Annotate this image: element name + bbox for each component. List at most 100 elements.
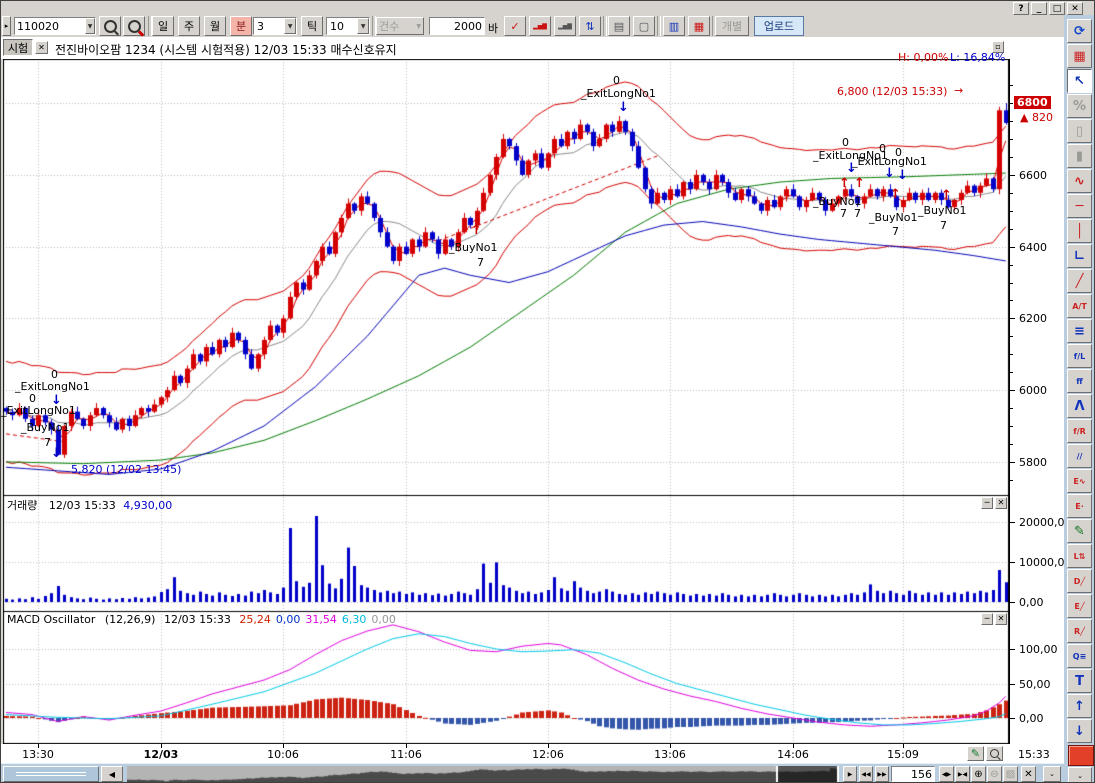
macd-minimize-button[interactable]: ─ xyxy=(981,613,993,625)
page-forward-button[interactable]: ▶▶ xyxy=(875,766,889,782)
cursor-button[interactable]: ↖ xyxy=(1067,69,1092,93)
price-annotation: 0 xyxy=(51,369,58,380)
grid-add-button[interactable]: ▦ xyxy=(688,16,710,36)
annotate-button[interactable]: ✎ xyxy=(967,746,984,761)
volume-minimize-button[interactable]: ─ xyxy=(981,497,993,509)
splitter-handle[interactable] xyxy=(3,766,99,782)
signal-label: _BuyNo1 xyxy=(918,205,967,216)
quote-list-button[interactable]: Q≡ xyxy=(1067,644,1092,668)
visible-bar-count-field[interactable] xyxy=(891,766,935,782)
sell-arrow-icon: ↓ xyxy=(51,448,62,460)
macd-close-button[interactable]: ✕ xyxy=(995,613,1007,625)
elliott-line-button[interactable]: E∿ xyxy=(1067,469,1092,493)
panel-scroll-down-button[interactable]: ⌄ xyxy=(1068,767,1092,783)
bar-count-input[interactable] xyxy=(430,18,484,34)
indicator-settings-button[interactable]: ▦ xyxy=(1067,44,1092,68)
drag-tool-button: ▮ xyxy=(1067,144,1092,168)
new-doc-button[interactable]: ▤ xyxy=(608,16,630,36)
close-view-button[interactable]: ✕ xyxy=(1021,766,1036,782)
diagonal-line-button[interactable]: ╱ xyxy=(1067,269,1092,293)
trendline-button[interactable]: ∿ xyxy=(1067,169,1092,193)
tick-button[interactable]: 틱 xyxy=(301,16,323,36)
refresh-button[interactable]: ⟳ xyxy=(1067,19,1092,43)
fibo-curve-button[interactable]: ff xyxy=(1067,369,1092,393)
bar-suffix-label: 바 xyxy=(488,20,498,36)
toolbar-grip[interactable]: ▸ xyxy=(2,16,11,36)
signal-check-button[interactable]: ✓ xyxy=(504,16,526,36)
bar-chart-button[interactable]: ▂▅▇ xyxy=(554,16,576,36)
text-note-button[interactable]: A/T xyxy=(1067,294,1092,318)
time-axis[interactable]: 13:3012/0310:0611:0612:0613:0614:0615:09… xyxy=(1,744,1064,763)
text-tool-button[interactable]: T xyxy=(1067,669,1092,693)
record-button[interactable] xyxy=(1068,745,1094,766)
vertical-line-button[interactable]: │ xyxy=(1067,219,1092,243)
axis-tick-label: 6200 xyxy=(1019,312,1047,325)
zoom-in-button[interactable]: ⊕ xyxy=(971,766,986,782)
high-low-button[interactable]: L⇅ xyxy=(1067,544,1092,568)
horizontal-line-button[interactable]: ─ xyxy=(1067,194,1092,218)
hatch-d-icon: D╱ xyxy=(1074,577,1085,586)
sell-arrow-icon: ↓ xyxy=(846,163,857,175)
levels-button[interactable]: ≡ xyxy=(1067,319,1092,343)
right-toolbar: ⟳▦↖%▯▮∿─│∟╱A/T≡f/LffΛf/R//E∿E·✎L⇅D╱E╱R╱Q… xyxy=(1064,15,1095,783)
sort-updown-button[interactable]: ⇅ xyxy=(579,16,601,36)
volume-alert-button[interactable]: ▂▅▇ xyxy=(529,16,551,36)
fibo-retracement-button[interactable]: f/R xyxy=(1067,419,1092,443)
stock-code-dropdown-icon[interactable]: ▼ xyxy=(85,18,95,34)
window-titlebar xyxy=(1,1,1095,15)
minute-combo[interactable]: 3 ▼ xyxy=(253,17,297,35)
toolbar-separator xyxy=(603,16,607,36)
minimap[interactable] xyxy=(127,766,839,783)
hatch-d-button[interactable]: D╱ xyxy=(1067,569,1092,593)
indicator-book-button[interactable]: ▥ xyxy=(663,16,685,36)
fibo-lines-button[interactable]: f/L xyxy=(1067,344,1092,368)
scroll-left-button[interactable]: ◀ xyxy=(101,766,123,782)
pencil-button[interactable]: ✎ xyxy=(1067,519,1092,543)
step-line-button[interactable]: ∟ xyxy=(1067,244,1092,268)
screen-search-button[interactable]: ▢ xyxy=(633,16,655,36)
help-button[interactable]: ? xyxy=(1013,2,1029,15)
tab-siheom[interactable]: 시험 xyxy=(3,39,33,56)
stock-code-combo[interactable]: ▼ xyxy=(14,17,96,35)
signal-label: _ExitLongNo1 xyxy=(581,88,656,99)
widen-bars-button[interactable]: ◀▶ xyxy=(939,766,954,782)
hatch-r-button[interactable]: R╱ xyxy=(1067,619,1092,643)
minimize-button[interactable]: _ xyxy=(1031,2,1047,15)
scroll-down-button[interactable]: ↓ xyxy=(1067,719,1092,743)
elliott-point-button[interactable]: E· xyxy=(1067,494,1092,518)
volume-close-button[interactable]: ✕ xyxy=(995,497,1007,509)
parallel-lines-button[interactable]: // xyxy=(1067,444,1092,468)
stock-search-button[interactable] xyxy=(123,16,145,36)
period-button-3[interactable]: 월 xyxy=(204,16,226,36)
tick-combo[interactable]: 10 ▼ xyxy=(326,17,370,35)
bar-count-field[interactable] xyxy=(429,17,485,35)
price-axis[interactable]: 6800 ▲ 820 6600640062006000580020000,001… xyxy=(1009,59,1065,744)
zoom-button[interactable] xyxy=(986,746,1003,761)
narrow-bars-button[interactable]: ▶◀ xyxy=(955,766,970,782)
maximize-button[interactable]: □ xyxy=(1049,2,1065,15)
axis-minor-tick xyxy=(1010,390,1013,391)
indicator-settings-icon: ▦ xyxy=(1073,49,1085,64)
toolbar-overflow-button[interactable]: ⌄ xyxy=(1043,766,1061,782)
minute-dropdown-icon[interactable]: ▼ xyxy=(284,18,296,34)
visible-bar-count-input[interactable] xyxy=(892,767,934,781)
sort-updown-icon: ⇅ xyxy=(585,20,594,33)
period-button-4[interactable]: 분 xyxy=(230,16,252,36)
hatch-e-button[interactable]: E╱ xyxy=(1067,594,1092,618)
macd-values: 25,240,0031,546,300,00 xyxy=(234,613,396,626)
close-button[interactable]: ✕ xyxy=(1067,2,1083,15)
period-button-1[interactable]: 일 xyxy=(152,16,174,36)
tick-dropdown-icon[interactable]: ▼ xyxy=(357,18,369,34)
stock-code-input[interactable] xyxy=(15,18,85,34)
search-button[interactable] xyxy=(99,16,121,36)
upload-button[interactable]: 업로드 xyxy=(754,16,804,36)
cursor-icon: ↖ xyxy=(1074,74,1085,89)
page-back-button[interactable]: ◀◀ xyxy=(859,766,873,782)
axis-minor-tick xyxy=(1010,318,1013,319)
step-forward-button[interactable]: ▶ xyxy=(843,766,857,782)
signal-check-icon: ✓ xyxy=(510,20,519,33)
fibo-fan-button[interactable]: Λ xyxy=(1067,394,1092,418)
tab-close-button[interactable]: ✕ xyxy=(35,41,48,54)
scroll-up-button[interactable]: ↑ xyxy=(1067,694,1092,718)
period-button-2[interactable]: 주 xyxy=(178,16,200,36)
